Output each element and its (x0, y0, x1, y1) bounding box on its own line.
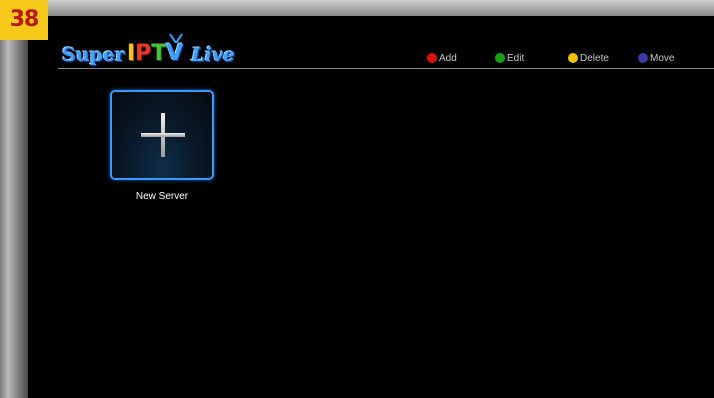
legend-delete-label: Delete (580, 52, 609, 64)
yellow-button-icon (568, 53, 578, 63)
legend-move[interactable]: Move (638, 52, 674, 64)
legend-edit-label: Edit (507, 52, 525, 64)
logo-iptv: IPTV (126, 33, 184, 66)
logo-live: Live (191, 44, 235, 66)
plus-icon (141, 113, 185, 157)
header-divider (58, 68, 714, 69)
legend-move-label: Move (650, 52, 675, 64)
window-left-border (0, 0, 28, 398)
tv-antenna-icon (169, 33, 183, 43)
logo-letter-i: I (126, 41, 136, 66)
red-button-icon (427, 53, 437, 63)
blue-button-icon (638, 53, 648, 63)
new-server-label: New Server (135, 191, 189, 202)
logo-letter-t: T (151, 41, 167, 66)
legend-add[interactable]: Add (427, 52, 457, 64)
legend-delete[interactable]: Delete (568, 52, 609, 64)
green-button-icon (495, 53, 505, 63)
logo-letter-p: P (135, 41, 152, 66)
logo-super: Super (62, 44, 125, 66)
legend-add-label: Add (439, 52, 457, 64)
new-server-tile[interactable] (110, 90, 214, 180)
logo-letter-v: V (166, 41, 184, 66)
step-number-badge: 38 (0, 0, 48, 40)
tv-screen (28, 16, 714, 398)
legend-edit[interactable]: Edit (495, 52, 524, 64)
window-top-border (0, 0, 714, 16)
app-logo: Super IPTV Live (62, 32, 235, 66)
